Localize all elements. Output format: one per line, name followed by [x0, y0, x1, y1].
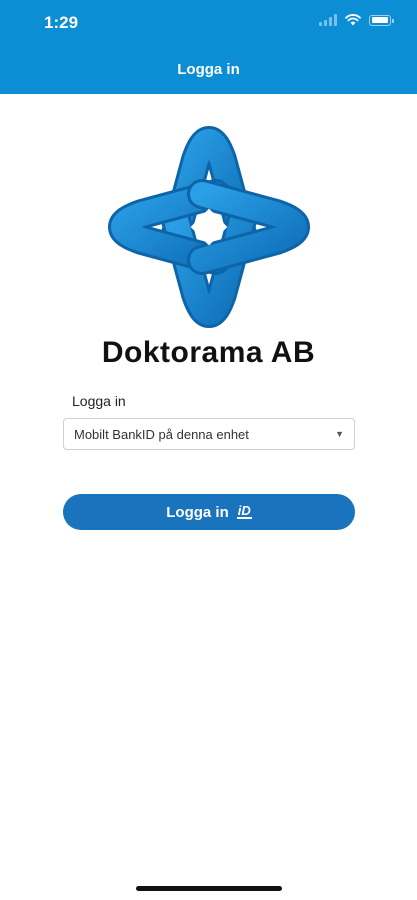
login-method-select[interactable]: Mobilt BankID på denna enhet ▼: [63, 418, 355, 450]
battery-icon: [369, 14, 394, 26]
login-button[interactable]: Logga in iD: [63, 494, 355, 530]
bankid-icon: iD: [236, 503, 252, 519]
login-button-label: Logga in: [166, 503, 229, 521]
status-time: 1:29: [44, 13, 79, 32]
home-indicator[interactable]: [136, 886, 282, 891]
dropdown-arrow-icon: ▼: [335, 429, 344, 439]
wifi-icon: [345, 14, 361, 26]
company-logo: [108, 126, 310, 328]
login-method-value: Mobilt BankID på denna enhet: [74, 426, 249, 442]
company-name: Doktorama AB: [101, 336, 316, 369]
login-method-label: Logga in: [72, 393, 126, 409]
signal-icon: [319, 14, 337, 26]
page-title: Logga in: [177, 61, 240, 78]
app-header: 1:29 Logga in: [0, 0, 417, 94]
status-icons: [319, 14, 394, 26]
